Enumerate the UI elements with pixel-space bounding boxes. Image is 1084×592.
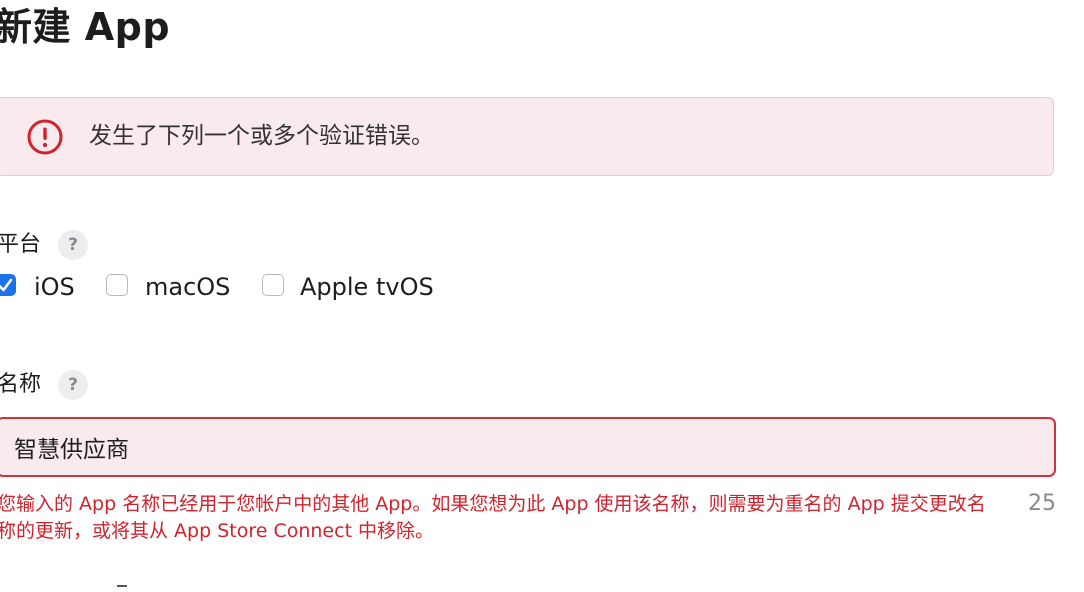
name-help-icon[interactable]: ? <box>58 370 88 400</box>
platform-help-icon[interactable]: ? <box>58 230 88 260</box>
name-error-message: 您输入的 App 名称已经用于您帐户中的其他 App。如果您想为此 App 使用… <box>0 493 986 542</box>
checkmark-icon <box>0 278 13 292</box>
macos-checkbox[interactable] <box>106 274 128 296</box>
apple-tvos-checkbox[interactable] <box>262 274 284 296</box>
validation-error-banner: 发生了下列一个或多个验证错误。 <box>0 97 1054 176</box>
name-char-count: 25 <box>1028 491 1056 516</box>
macos-option-label[interactable]: macOS <box>145 270 230 304</box>
page-title: 新建 App <box>0 5 171 49</box>
next-field-fragment <box>117 585 127 592</box>
platform-label: 平台 <box>0 232 42 257</box>
app-name-input[interactable] <box>0 417 1056 477</box>
ios-checkbox[interactable] <box>0 274 16 296</box>
name-label: 名称 <box>0 372 42 397</box>
ios-option-label[interactable]: iOS <box>34 270 75 304</box>
exclamation-circle-icon <box>27 119 63 155</box>
new-app-page: 新建 App 发生了下列一个或多个验证错误。 平台 ? iOS macOS Ap… <box>0 0 1084 592</box>
apple-tvos-option-label[interactable]: Apple tvOS <box>300 270 434 304</box>
error-banner-message: 发生了下列一个或多个验证错误。 <box>89 123 434 149</box>
